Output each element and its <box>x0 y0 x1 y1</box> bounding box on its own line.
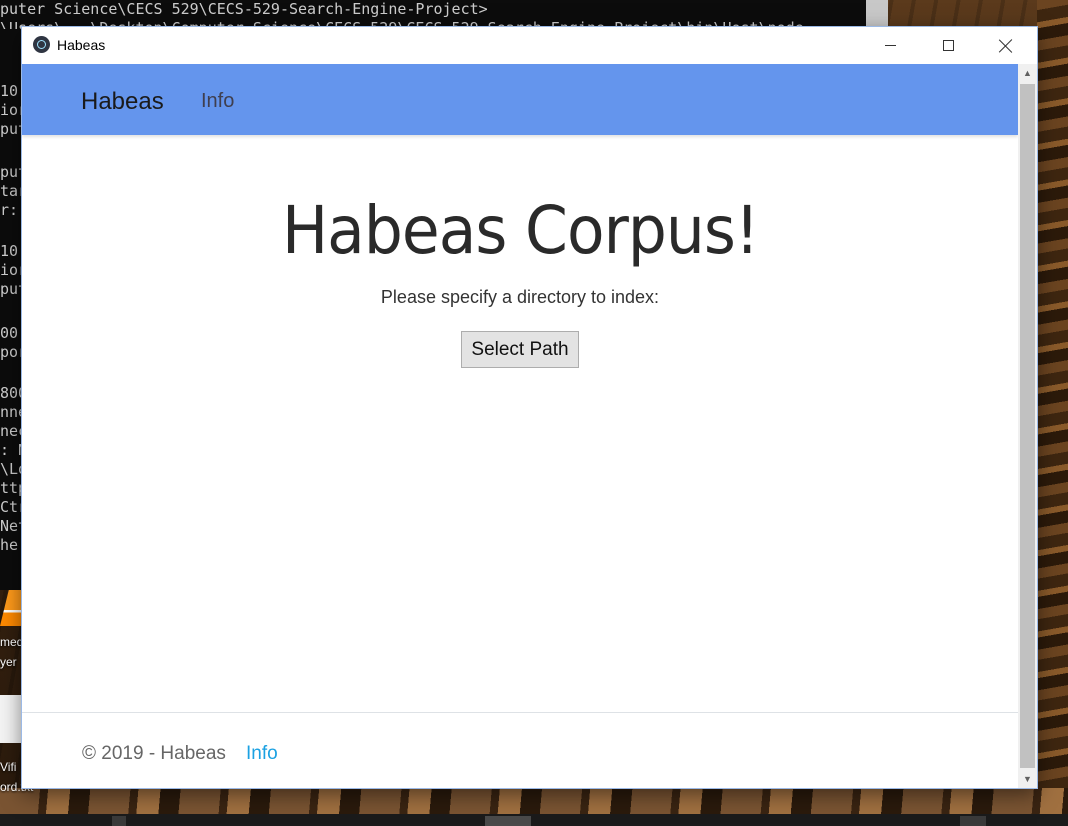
footer-copyright: © 2019 - Habeas <box>82 743 226 764</box>
vertical-scrollbar[interactable]: ▲ ▼ <box>1018 64 1037 788</box>
console-line: he <box>0 536 19 554</box>
navbar-brand[interactable]: Habeas <box>81 88 164 116</box>
title-bar[interactable]: Habeas <box>22 27 1037 64</box>
taskbar <box>0 814 1068 826</box>
desktop-icon-label: yer <box>0 655 17 669</box>
console-scrollbar[interactable] <box>866 0 888 30</box>
desktop-wallpaper-right <box>1037 0 1068 790</box>
desktop-icon-label: Vifi <box>0 760 17 774</box>
scroll-down-arrow-icon[interactable]: ▼ <box>1018 770 1037 788</box>
window-title: Habeas <box>57 37 106 53</box>
scroll-thumb[interactable] <box>1020 84 1035 768</box>
maximize-icon <box>942 40 954 51</box>
navbar: Habeas Info <box>22 64 1018 135</box>
taskbar-button[interactable] <box>485 816 531 826</box>
nav-link-info[interactable]: Info <box>201 90 234 113</box>
scroll-up-arrow-icon[interactable]: ▲ <box>1018 64 1037 82</box>
taskbar-button[interactable] <box>112 816 126 826</box>
desktop-wallpaper-bottom <box>0 788 1068 814</box>
console-line: 10 <box>0 82 19 100</box>
minimize-button[interactable] <box>862 27 918 64</box>
directory-prompt: Please specify a directory to index: <box>380 287 660 307</box>
maximize-button[interactable] <box>920 27 976 64</box>
text-file-icon[interactable] <box>0 695 23 743</box>
footer-link-info[interactable]: Info <box>246 743 278 765</box>
select-path-button[interactable]: Select Path <box>461 331 579 368</box>
electron-icon <box>33 36 50 53</box>
page-content: Habeas Info Habeas Corpus! Please specif… <box>22 64 1018 788</box>
minimize-icon <box>884 45 896 46</box>
console-line: 10 <box>0 242 19 260</box>
taskbar-button[interactable] <box>960 816 986 826</box>
footer-divider <box>22 712 1018 713</box>
close-icon <box>999 39 1013 53</box>
page-title: Habeas Corpus! <box>22 192 1018 269</box>
console-line: 00 <box>0 324 19 342</box>
close-button[interactable] <box>978 27 1034 64</box>
console-line: r: <box>0 201 19 219</box>
console-line: puter Science\CECS 529\CECS-529-Search-E… <box>0 0 488 18</box>
app-window: Habeas Habeas Info Habeas Corpus! Please… <box>22 27 1037 788</box>
desktop-icon-label: med <box>0 635 24 649</box>
page-title-text: Habeas Corpus! <box>281 192 760 269</box>
